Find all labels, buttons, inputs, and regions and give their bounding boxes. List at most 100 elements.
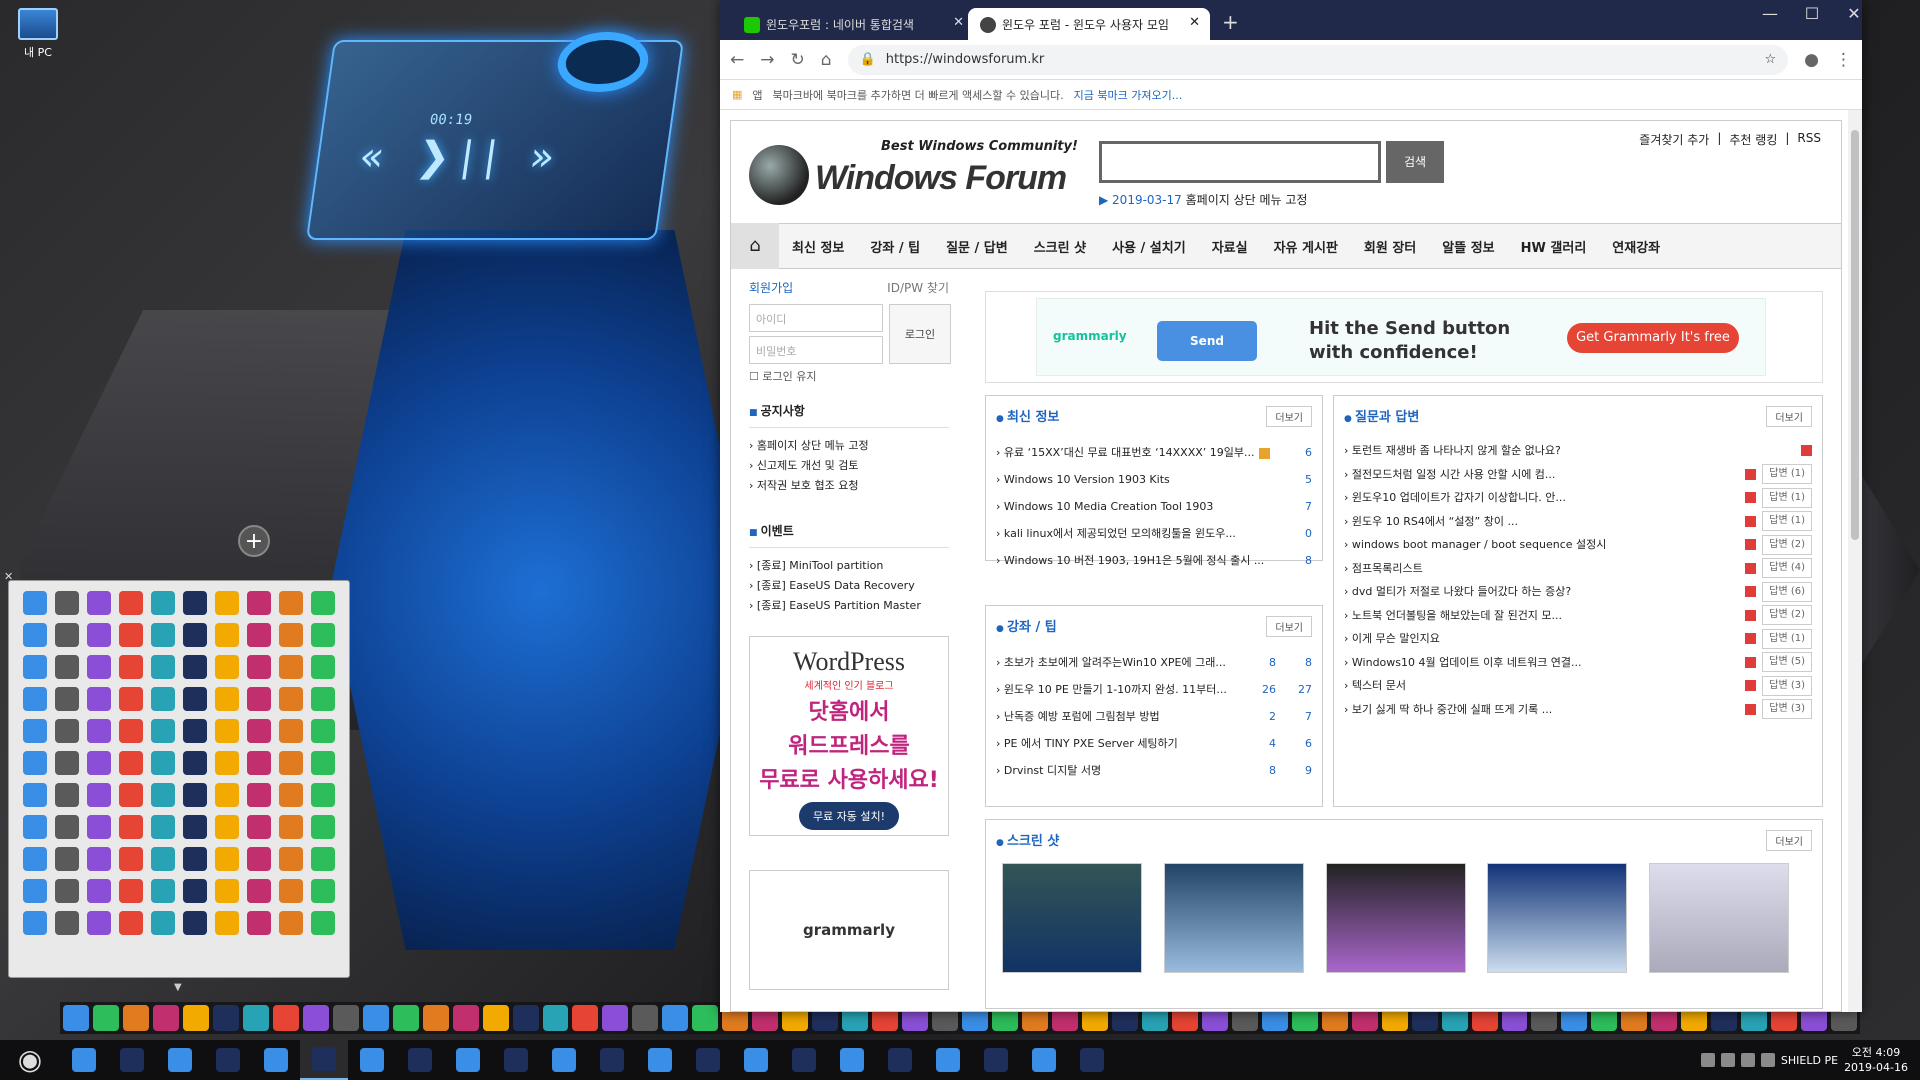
close-window-button[interactable]: ✕ [1834,4,1874,23]
taskbar-app-icon[interactable] [60,1040,108,1080]
app-icon[interactable] [215,687,239,711]
app-icon[interactable] [311,879,335,903]
answer-count[interactable]: 답변 (3) [1762,675,1812,696]
app-icon[interactable] [87,879,111,903]
app-icon[interactable] [119,847,143,871]
shield-icon[interactable] [1720,1053,1735,1067]
app-icon[interactable] [55,751,79,775]
app-icon[interactable] [279,751,303,775]
maximize-button[interactable]: ☐ [1792,4,1832,23]
chevron-down-icon[interactable]: ▼ [174,982,182,993]
more-button[interactable]: 더보기 [1266,406,1312,427]
app-icon[interactable] [151,879,175,903]
list-item[interactable]: 저작권 보호 협조 요청 [749,476,949,496]
app-icon[interactable] [87,783,111,807]
nav-free-board[interactable]: 자유 게시판 [1261,237,1351,256]
screenshot-thumbnail[interactable] [1002,863,1142,973]
app-icon[interactable] [183,911,207,935]
screenshot-thumbnail[interactable] [1325,863,1466,973]
login-button[interactable]: 로그인 [889,304,951,364]
password-field[interactable]: 비밀번호 [749,336,883,364]
app-icon[interactable] [87,591,111,615]
app-icon[interactable] [119,623,143,647]
grammarly-banner-ad[interactable]: grammarly Send Hit the Send button with … [985,291,1823,383]
app-icon[interactable] [183,623,207,647]
screenshot-thumbnail[interactable] [1487,863,1628,973]
media-controls[interactable]: « ❯|| » [356,134,567,180]
nav-deals[interactable]: 알뜰 정보 [1429,237,1507,256]
app-icon[interactable] [151,783,175,807]
app-icon[interactable] [279,623,303,647]
app-icon[interactable] [55,879,79,903]
app-icon[interactable] [119,655,143,679]
list-item[interactable]: 보기 싫게 딱 하나 중간에 실패 뜨게 기록 ... 답변 (3) [1344,698,1812,722]
app-icon[interactable] [632,1005,659,1031]
app-icon[interactable] [183,879,207,903]
app-icon[interactable] [279,847,303,871]
app-icon[interactable] [23,751,47,775]
tab-naver[interactable]: 윈도우포럼 : 네이버 통합검색 ✕ [732,8,974,40]
app-icon[interactable] [279,687,303,711]
close-tab-icon[interactable]: ✕ [1189,15,1200,30]
taskbar-app-icon[interactable] [876,1040,924,1080]
app-icon[interactable] [279,911,303,935]
app-icon[interactable] [279,655,303,679]
top-link-favorite[interactable]: 즐겨찾기 추가 [1639,131,1709,148]
app-icon[interactable] [122,1005,149,1031]
answer-count[interactable]: 답변 (5) [1762,652,1812,673]
app-icon[interactable] [215,623,239,647]
home-icon[interactable]: ⌂ [731,223,779,269]
forward-icon[interactable]: → [760,50,774,70]
answer-count[interactable]: 답변 (1) [1762,628,1812,649]
app-icon[interactable] [422,1005,449,1031]
app-icon[interactable] [87,911,111,935]
signup-link[interactable]: 회원가입 [749,279,793,296]
app-icon[interactable] [119,879,143,903]
list-item[interactable]: 절전모드처럼 일정 시간 사용 안할 시에 컴... 답변 (1) [1344,463,1812,487]
app-icon[interactable] [183,815,207,839]
username-field[interactable]: 아이디 [749,304,883,332]
app-icon[interactable] [215,655,239,679]
tab-windowsforum[interactable]: 윈도우 포럼 - 윈도우 사용자 모임 ✕ [968,8,1210,40]
app-icon[interactable] [247,751,271,775]
app-icon[interactable] [87,687,111,711]
address-bar[interactable]: 🔒 https://windowsforum.kr ☆ [847,44,1789,75]
list-item[interactable]: 텍스터 문서 답변 (3) [1344,674,1812,698]
app-icon[interactable] [152,1005,179,1031]
app-icon[interactable] [63,1005,89,1031]
taskbar-app-icon[interactable] [828,1040,876,1080]
app-icon[interactable] [311,751,335,775]
app-icon[interactable] [119,719,143,743]
app-icon[interactable] [183,783,207,807]
app-icon[interactable] [87,815,111,839]
list-item[interactable]: 윈도우 10 PE 만들기 1-10까지 완성. 11부터... 26 27 [996,676,1312,703]
app-icon[interactable] [215,591,239,615]
app-icon[interactable] [247,847,271,871]
app-icon[interactable] [23,847,47,871]
nav-reviews[interactable]: 사용 / 설치기 [1099,237,1199,256]
taskbar-app-icon[interactable] [924,1040,972,1080]
app-icon[interactable] [452,1005,479,1031]
answer-count[interactable]: 답변 (6) [1762,581,1812,602]
app-icon[interactable] [242,1005,269,1031]
answer-count[interactable]: 답변 (3) [1762,699,1812,720]
remember-login-checkbox[interactable]: ☐ 로그인 유지 [749,368,949,384]
app-icon[interactable] [272,1005,299,1031]
app-icon[interactable] [602,1005,629,1031]
apps-icon[interactable]: ▦ [732,88,742,101]
screenshot-thumbnail[interactable] [1649,863,1790,973]
app-icon[interactable] [23,655,47,679]
app-icon[interactable] [55,911,79,935]
list-item[interactable]: PE 에서 TINY PXE Server 세팅하기 4 6 [996,730,1312,757]
ad-cta-button[interactable]: Get Grammarly It's free [1567,323,1739,353]
menu-icon[interactable]: ⋮ [1835,50,1852,70]
app-icon[interactable] [279,783,303,807]
app-icon[interactable] [279,591,303,615]
list-item[interactable]: 노트북 언더볼팅을 해보았는데 잘 된건지 모... 답변 (2) [1344,604,1812,628]
app-icon[interactable] [247,719,271,743]
scrollbar-thumb[interactable] [1851,130,1859,540]
profile-icon[interactable]: ● [1804,50,1819,70]
app-icon[interactable] [55,623,79,647]
app-icon[interactable] [247,687,271,711]
list-item[interactable]: Windows 10 Media Creation Tool 1903 7 [996,493,1312,520]
